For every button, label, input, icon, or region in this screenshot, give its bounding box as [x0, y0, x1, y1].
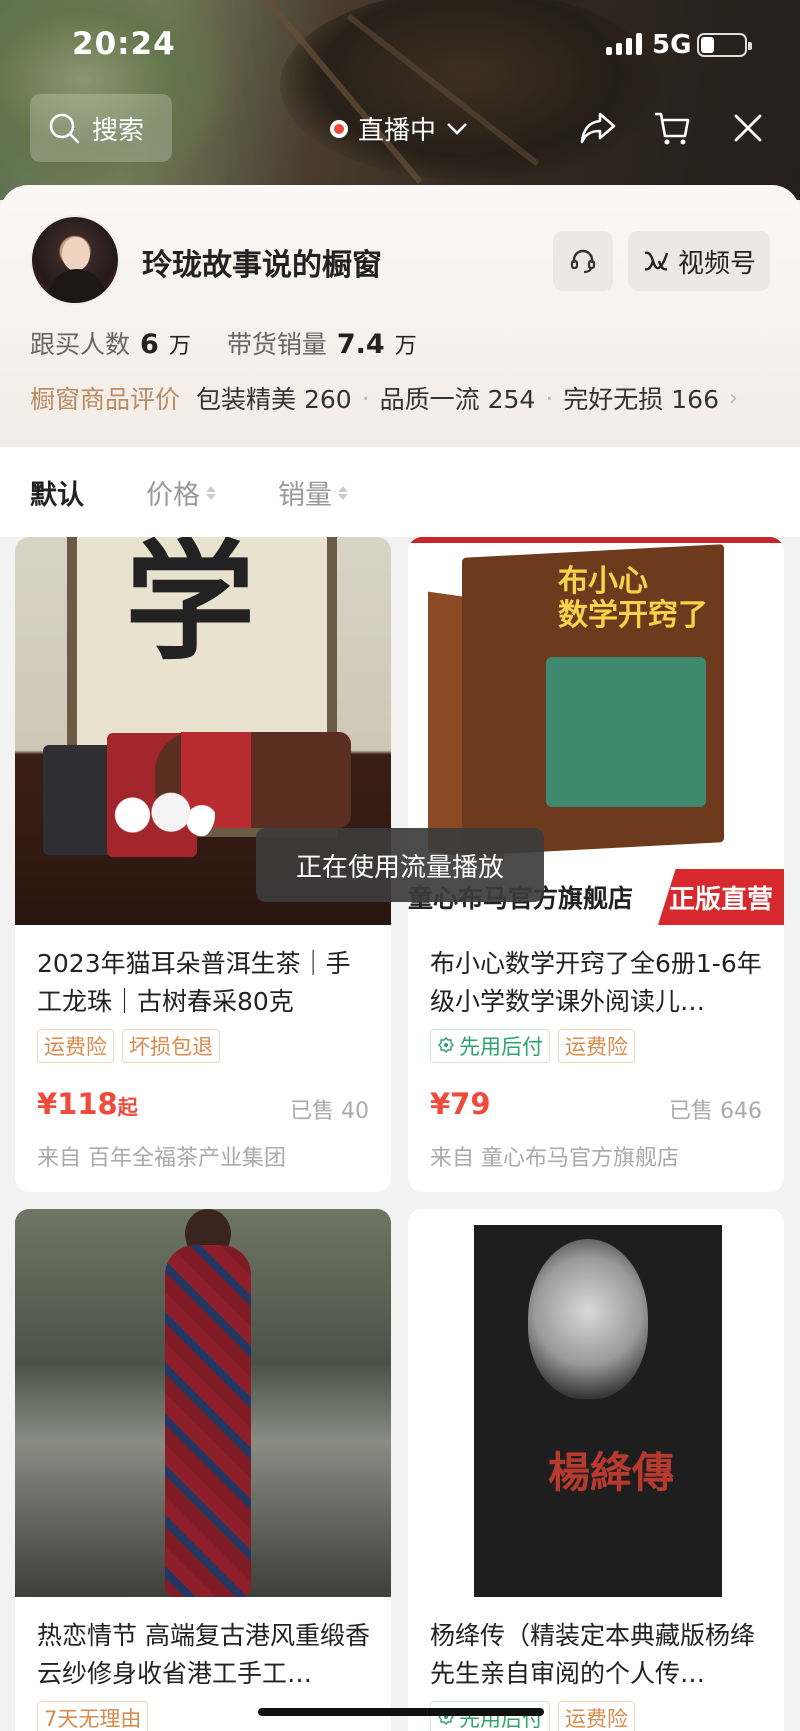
shop-name[interactable]: 玲珑故事说的橱窗: [142, 240, 382, 284]
live-label: 直播中: [358, 116, 437, 146]
product-grid: 学 2023年猫耳朵普洱生茶｜手工龙珠｜古树春采80克 运费险 坏损包退 ¥11…: [0, 537, 800, 1731]
sales-value: 7.4: [336, 329, 385, 360]
product-source: 来自 童心布马官方旗舰店: [430, 1146, 679, 1171]
image-book-title: 布小心 数学开窍了: [558, 564, 708, 633]
shop-header-card: 玲珑故事说的橱窗 视频号 跟买人数 6 万 带货销量 7.4 万 橱窗商品评价 …: [0, 185, 800, 447]
sort-price[interactable]: 价格: [146, 473, 216, 512]
search-icon: [49, 113, 80, 144]
shop-stats: 跟买人数 6 万 带货销量 7.4 万: [30, 325, 443, 361]
sort-sales[interactable]: 销量: [278, 473, 348, 512]
sort-arrows-icon: [206, 485, 216, 500]
product-image: [15, 1209, 391, 1597]
review-item: 包装精美 260: [196, 385, 352, 414]
video-channel-button[interactable]: 视频号: [628, 231, 770, 291]
sort-sales-label: 销量: [278, 480, 332, 511]
review-separator: ·: [545, 383, 554, 413]
tag-shipping-insurance: 运费险: [558, 1029, 635, 1063]
close-icon[interactable]: [728, 108, 768, 148]
product-title: 热恋情节 高端复古港风重缎香云纱修身收省港工手工…: [37, 1621, 370, 1688]
product-price: ¥118起: [37, 1087, 138, 1121]
followers-label: 跟买人数: [30, 330, 131, 359]
tag-damage-refund: 坏损包退: [122, 1029, 220, 1063]
reviews-title: 橱窗商品评价: [30, 385, 181, 414]
headset-icon: [570, 249, 596, 274]
top-nav: 搜索 直播中: [0, 94, 800, 164]
mobile-data-toast: 正在使用流量播放: [256, 828, 544, 902]
share-icon[interactable]: [578, 108, 618, 148]
shop-avatar[interactable]: [30, 215, 120, 305]
video-channel-label: 视频号: [677, 248, 756, 279]
product-title: 2023年猫耳朵普洱生茶｜手工龙珠｜古树春采80克: [37, 949, 351, 1016]
sales-label: 带货销量: [226, 330, 327, 359]
battery-icon: [697, 33, 752, 57]
pay-later-icon: [438, 1037, 454, 1053]
sort-price-label: 价格: [146, 480, 200, 511]
followers-unit: 万: [168, 334, 191, 359]
product-card[interactable]: 热恋情节 高端复古港风重缎香云纱修身收省港工手工… 7天无理由: [15, 1209, 391, 1731]
sort-default[interactable]: 默认: [30, 473, 84, 512]
review-separator: ·: [361, 383, 370, 413]
review-item: 品质一流 254: [379, 385, 536, 414]
search-label: 搜索: [92, 115, 145, 146]
product-title: 杨绛传（精装定本典藏版杨绛先生亲自审阅的个人传…: [430, 1621, 756, 1688]
status-time: 20:24: [72, 26, 176, 62]
tag-shipping-insurance: 运费险: [558, 1701, 635, 1731]
home-indicator[interactable]: [258, 1708, 544, 1716]
product-title: 布小心数学开窍了全6册1-6年级小学数学课外阅读儿…: [430, 949, 762, 1016]
shop-reviews-row[interactable]: 橱窗商品评价 包装精美 260 · 品质一流 254 · 完好无损 166 ›: [30, 380, 738, 416]
tag-pay-later: 先用后付: [430, 1029, 550, 1063]
chevron-down-icon: [447, 122, 467, 135]
cart-icon[interactable]: [652, 108, 692, 148]
video-channel-icon: [644, 251, 669, 271]
product-sold-count: 已售 646: [669, 1099, 762, 1124]
live-status-dropdown[interactable]: 直播中: [330, 110, 468, 147]
customer-service-button[interactable]: [553, 231, 613, 291]
image-book-title: 楊絳傳: [548, 1448, 675, 1497]
review-item: 完好无损 166: [563, 385, 719, 414]
sort-bar: 默认 价格 销量: [0, 447, 800, 537]
sort-arrows-icon: [338, 485, 348, 500]
tag-pay-later: 先用后付: [430, 1701, 550, 1731]
sort-default-label: 默认: [30, 480, 84, 511]
network-type: 5G: [652, 30, 692, 60]
product-sold-count: 已售 40: [290, 1099, 369, 1124]
product-card[interactable]: 楊絳傳 杨绛传（精装定本典藏版杨绛先生亲自审阅的个人传… 先用后付 运费险: [408, 1209, 784, 1731]
product-tags: 运费险 坏损包退: [37, 1029, 220, 1063]
chevron-right-icon: ›: [728, 385, 738, 411]
tag-shipping-insurance: 运费险: [37, 1029, 114, 1063]
image-calligraphy: 学: [125, 537, 256, 678]
product-tags: 7天无理由: [37, 1701, 149, 1731]
status-bar: 20:24 5G: [0, 0, 800, 90]
product-tags: 先用后付 运费险: [430, 1029, 635, 1063]
live-dot-icon: [330, 119, 348, 138]
tag-seven-day-return: 7天无理由: [37, 1701, 149, 1731]
product-tags: 先用后付 运费险: [430, 1701, 635, 1731]
product-image: 楊絳傳: [408, 1209, 784, 1597]
product-source: 来自 百年全福茶产业集团: [37, 1146, 286, 1171]
signal-icon: [606, 33, 642, 55]
followers-value: 6: [140, 329, 159, 360]
search-button[interactable]: 搜索: [30, 94, 172, 162]
image-banner-genuine: 正版直营: [658, 869, 784, 925]
sales-unit: 万: [394, 334, 417, 359]
product-price: ¥79: [430, 1087, 491, 1121]
